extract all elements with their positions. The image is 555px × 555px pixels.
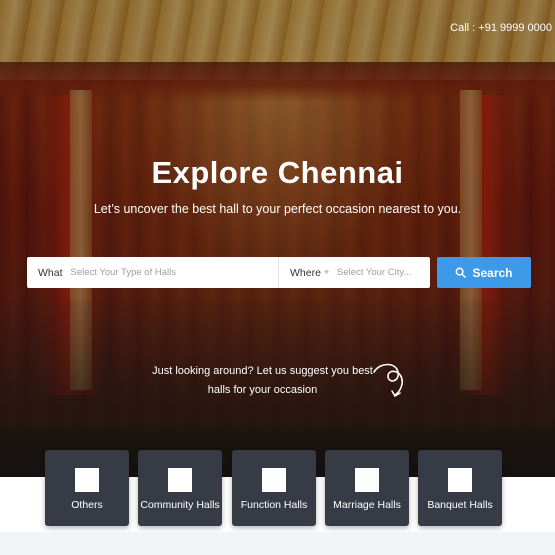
search-button-label: Search bbox=[472, 265, 513, 280]
city-input[interactable] bbox=[329, 257, 430, 288]
category-label: Banquet Halls bbox=[427, 499, 493, 511]
category-icon bbox=[448, 468, 472, 492]
search-button[interactable]: Search bbox=[437, 257, 531, 288]
suggest-line-1: Just looking around? Let us suggest you … bbox=[152, 365, 373, 377]
category-community-halls[interactable]: Community Halls bbox=[138, 450, 222, 526]
page-title: Explore Chennai bbox=[151, 155, 404, 190]
category-marriage-halls[interactable]: Marriage Halls bbox=[325, 450, 409, 526]
call-number[interactable]: Call : +91 9999 0000 bbox=[450, 22, 552, 34]
hall-type-input[interactable] bbox=[62, 257, 278, 288]
hero-section: Call : +91 9999 0000 Explore Chennai Let… bbox=[0, 0, 555, 477]
what-label: What bbox=[38, 266, 63, 279]
page-subtitle: Let’s uncover the best hall to your perf… bbox=[93, 202, 462, 216]
category-label: Community Halls bbox=[140, 499, 220, 511]
suggest-line-2: halls for your occasion bbox=[207, 384, 318, 396]
category-icon bbox=[75, 468, 99, 492]
where-label: Where bbox=[290, 266, 321, 279]
category-others[interactable]: Others bbox=[45, 450, 129, 526]
category-icon bbox=[355, 468, 379, 492]
category-list: Others Community Halls Function Halls Ma… bbox=[45, 450, 505, 526]
category-banquet-halls[interactable]: Banquet Halls bbox=[418, 450, 502, 526]
search-bar: What Where ⌖ bbox=[27, 257, 430, 288]
category-icon bbox=[262, 468, 286, 492]
category-label: Function Halls bbox=[240, 499, 308, 511]
category-label: Others bbox=[71, 499, 103, 511]
category-label: Marriage Halls bbox=[333, 499, 401, 511]
suggest-text: Just looking around? Let us suggest you … bbox=[150, 362, 375, 400]
search-icon bbox=[456, 267, 467, 278]
where-field: Where ⌖ bbox=[279, 257, 430, 288]
category-function-halls[interactable]: Function Halls bbox=[232, 450, 316, 526]
what-field: What bbox=[27, 257, 279, 288]
bottom-band bbox=[0, 532, 555, 555]
curly-arrow-icon bbox=[373, 363, 403, 398]
category-icon bbox=[168, 468, 192, 492]
hero-overlay bbox=[0, 0, 555, 477]
